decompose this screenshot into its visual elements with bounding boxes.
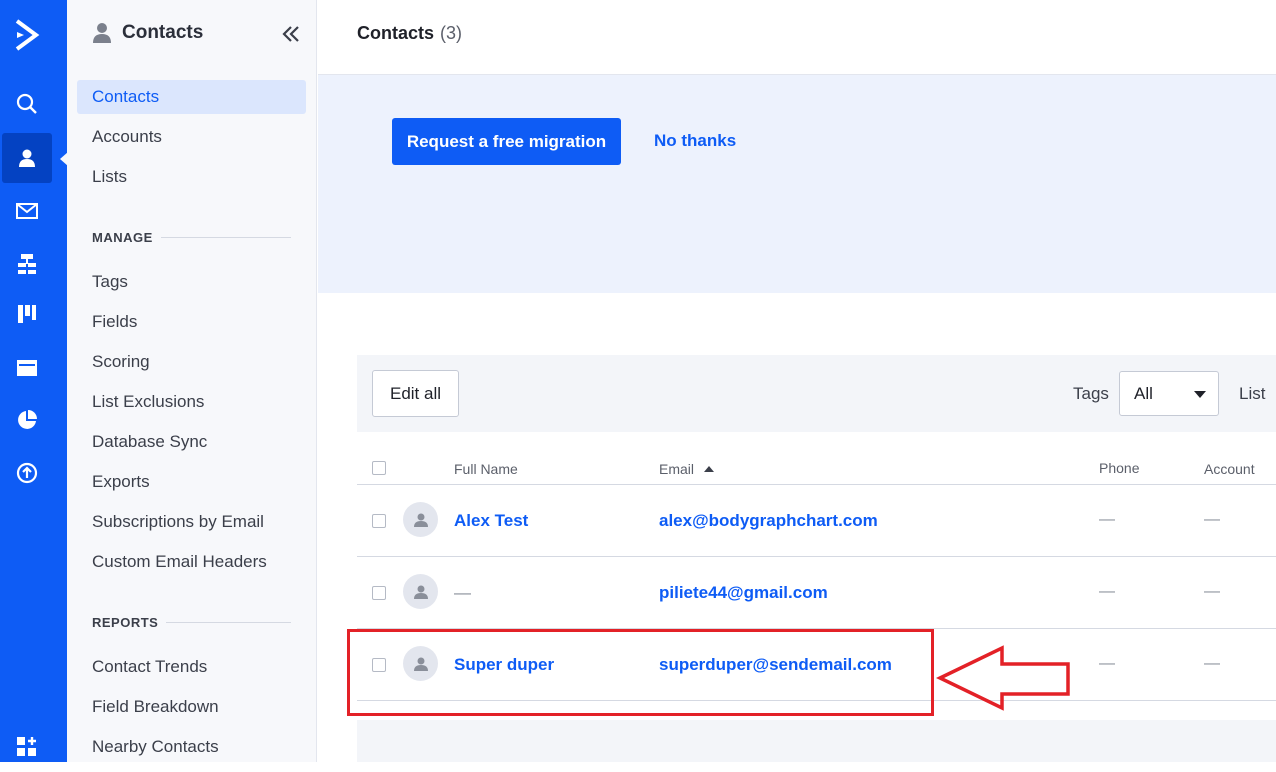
- request-migration-button[interactable]: Request a free migration: [392, 118, 621, 165]
- no-thanks-link[interactable]: No thanks: [654, 131, 736, 151]
- sidebar-item-contacts[interactable]: Contacts: [77, 80, 306, 114]
- row-checkbox[interactable]: [372, 514, 386, 528]
- automations-icon[interactable]: [2, 239, 52, 289]
- page-title: Contacts (3): [357, 23, 462, 44]
- contact-account: —: [1204, 655, 1220, 672]
- contacts-sidebar: Contacts Contacts Accounts Lists MANAGE …: [67, 0, 317, 762]
- sidebar-item-nearby-contacts[interactable]: Nearby Contacts: [77, 730, 306, 764]
- migration-banner: Request a free migration No thanks: [318, 75, 1276, 293]
- highlight-box: [347, 629, 934, 716]
- apps-icon[interactable]: [2, 722, 52, 772]
- avatar: [403, 574, 438, 609]
- annotation-arrow-icon: [936, 645, 1070, 711]
- sidebar-item-fields[interactable]: Fields: [77, 305, 306, 339]
- sidebar-item-database-sync[interactable]: Database Sync: [77, 425, 306, 459]
- logo-icon[interactable]: [2, 10, 52, 60]
- contact-phone: —: [1099, 583, 1115, 600]
- contact-email[interactable]: piliete44@gmail.com: [659, 583, 828, 603]
- section-manage: MANAGE: [92, 230, 291, 245]
- sidebar-item-custom-headers[interactable]: Custom Email Headers: [77, 545, 306, 579]
- avatar: [403, 502, 438, 537]
- sidebar-item-accounts[interactable]: Accounts: [77, 120, 306, 154]
- column-phone[interactable]: Phone: [1099, 460, 1139, 476]
- sidebar-item-field-breakdown[interactable]: Field Breakdown: [77, 690, 306, 724]
- upgrade-icon[interactable]: [2, 448, 52, 498]
- chevron-down-icon: [1194, 391, 1206, 398]
- tags-filter-select[interactable]: All: [1119, 371, 1219, 416]
- email-icon[interactable]: [2, 186, 52, 236]
- contact-account: —: [1204, 511, 1220, 528]
- contacts-icon[interactable]: [2, 133, 52, 183]
- contact-phone: —: [1099, 655, 1115, 672]
- contact-count: (3): [440, 23, 463, 43]
- sidebar-item-lists[interactable]: Lists: [77, 160, 306, 194]
- column-account[interactable]: Account: [1204, 461, 1255, 477]
- person-icon: [93, 23, 111, 43]
- sidebar-header: Contacts: [92, 22, 203, 44]
- contact-name[interactable]: Alex Test: [454, 511, 528, 531]
- sidebar-item-subscriptions[interactable]: Subscriptions by Email: [77, 505, 306, 539]
- table-toolbar: Edit all Tags All List: [357, 355, 1276, 432]
- section-reports: REPORTS: [92, 615, 291, 630]
- tags-filter-value: All: [1134, 383, 1153, 403]
- tags-filter-label: Tags: [1073, 384, 1109, 403]
- column-email-label: Email: [659, 461, 695, 477]
- sidebar-item-contact-trends[interactable]: Contact Trends: [77, 650, 306, 684]
- section-reports-label: REPORTS: [92, 615, 159, 630]
- reports-icon[interactable]: [2, 395, 52, 445]
- table-row[interactable]: — piliete44@gmail.com — —: [357, 557, 1276, 629]
- table-header: Full Name Email Phone Account: [357, 452, 1276, 485]
- column-full-name[interactable]: Full Name: [454, 461, 518, 477]
- collapse-sidebar-icon[interactable]: [279, 22, 303, 46]
- deals-icon[interactable]: [2, 289, 52, 339]
- section-manage-label: MANAGE: [92, 230, 153, 245]
- contact-email[interactable]: alex@bodygraphchart.com: [659, 511, 878, 531]
- row-checkbox[interactable]: [372, 586, 386, 600]
- contact-account: —: [1204, 583, 1220, 600]
- column-email[interactable]: Email: [659, 461, 715, 477]
- select-all-checkbox[interactable]: [372, 461, 386, 475]
- app-rail: [0, 0, 67, 762]
- edit-all-button[interactable]: Edit all: [372, 370, 459, 417]
- sidebar-item-list-exclusions[interactable]: List Exclusions: [77, 385, 306, 419]
- search-icon[interactable]: [2, 79, 52, 129]
- contact-phone: —: [1099, 511, 1115, 528]
- sidebar-item-tags[interactable]: Tags: [77, 265, 306, 299]
- sidebar-item-scoring[interactable]: Scoring: [77, 345, 306, 379]
- page-title-text: Contacts: [357, 23, 435, 43]
- sidebar-item-exports[interactable]: Exports: [77, 465, 306, 499]
- page-header: Contacts (3): [318, 0, 1276, 75]
- table-row[interactable]: Alex Test alex@bodygraphchart.com — —: [357, 485, 1276, 557]
- sort-ascending-icon: [704, 466, 715, 472]
- sidebar-title: Contacts: [122, 22, 204, 43]
- list-filter-label: List: [1239, 384, 1266, 403]
- contact-name: —: [454, 583, 471, 602]
- table-footer: [357, 720, 1276, 762]
- website-icon[interactable]: [2, 343, 52, 393]
